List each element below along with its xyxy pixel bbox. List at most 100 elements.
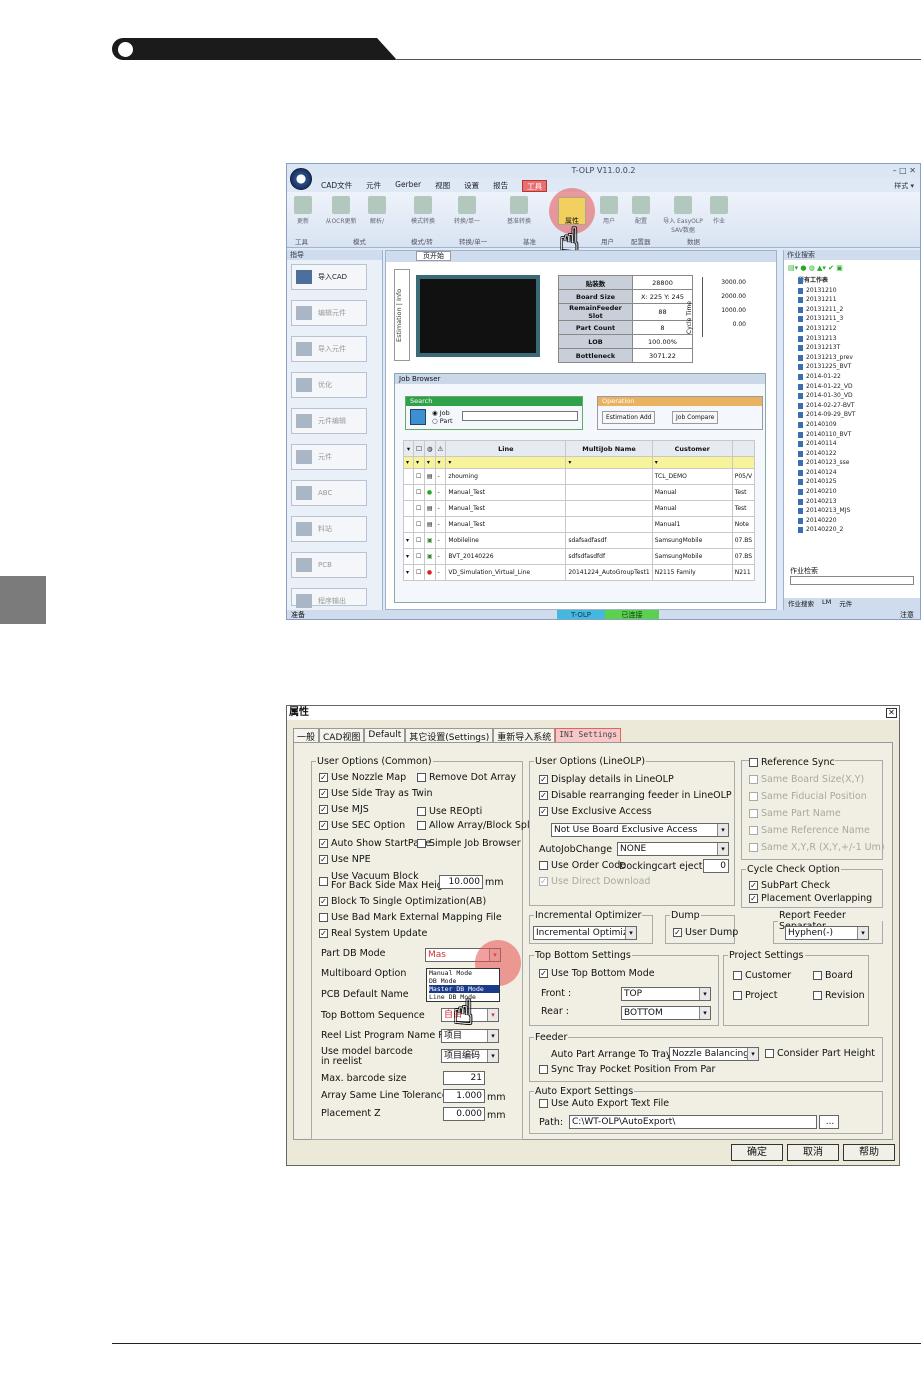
ribbon-easyolp-button[interactable]: 导入 EasyOLP SAV数据: [663, 196, 703, 234]
consider-height-check[interactable]: Consider Part Height: [765, 1048, 875, 1059]
cycle-check-item[interactable]: ✓ SubPart Check: [749, 880, 830, 891]
guide-edit-part-button[interactable]: 编辑元件: [291, 300, 367, 326]
checkbox[interactable]: [749, 809, 758, 818]
tree-item[interactable]: 20131212: [788, 324, 856, 334]
tree-item[interactable]: 2014-01-30_VD: [788, 391, 856, 401]
menu-settings[interactable]: 设置: [464, 180, 479, 192]
checkbox[interactable]: ✓: [319, 789, 328, 798]
rear-select[interactable]: BOTTOM ▾: [621, 1006, 711, 1020]
lineolp-option-check[interactable]: ✓ Display details in LineOLP: [539, 774, 674, 785]
checkbox[interactable]: [417, 839, 426, 848]
use-top-bottom-check[interactable]: ✓ Use Top Bottom Mode: [539, 968, 655, 979]
placement-z-input[interactable]: 0.000: [443, 1107, 485, 1121]
direct-download-check[interactable]: ✓ Use Direct Download: [539, 876, 650, 887]
tree-item[interactable]: 20131211: [788, 295, 856, 305]
checkbox[interactable]: ✓: [319, 929, 328, 938]
style-menu[interactable]: 样式 ▾: [894, 181, 914, 191]
option-manual-mode[interactable]: Manual Mode: [429, 969, 499, 977]
app-orb-button[interactable]: [290, 168, 312, 190]
tree-item[interactable]: 20131225_BVT: [788, 362, 856, 372]
checkbox[interactable]: ✓: [749, 894, 758, 903]
checkbox[interactable]: [749, 775, 758, 784]
estimation-tab[interactable]: Estimation | Info: [394, 269, 410, 361]
exclusive-access-select[interactable]: Not Use Board Exclusive Access ▾: [551, 823, 729, 837]
menu-report[interactable]: 报告: [493, 180, 508, 192]
checkbox[interactable]: ✓: [319, 855, 328, 864]
table-row[interactable]: ☐ ▤ - Manual_Test Manual1 Note: [403, 516, 756, 533]
estimation-add-button[interactable]: Estimation Add: [602, 411, 656, 424]
common-option-check[interactable]: ✓ Use Side Tray as Twin: [319, 788, 433, 799]
common-option-check[interactable]: ✓ Use Nozzle Map: [319, 772, 406, 783]
tree-item[interactable]: 2014-09-29_BVT: [788, 410, 856, 420]
common-option-check[interactable]: ✓ Real System Update: [319, 928, 427, 939]
ribbon-ocr-button[interactable]: 从OCR更新: [323, 196, 359, 225]
checkbox[interactable]: [417, 821, 426, 830]
guide-feeder-button[interactable]: 料站: [291, 516, 367, 542]
vacuum-height-input[interactable]: 10.000: [439, 875, 483, 889]
guide-abc-button[interactable]: ABC: [291, 480, 367, 506]
reference-sync-item[interactable]: Same Reference Name: [749, 825, 870, 836]
tree-item[interactable]: 20140210: [788, 487, 856, 497]
ribbon-config-button[interactable]: 配置: [627, 196, 655, 225]
common-option-check[interactable]: ✓ Use NPE: [319, 854, 371, 865]
checkbox[interactable]: ✓: [319, 805, 328, 814]
autojobchange-select[interactable]: NONE ▾: [617, 842, 729, 856]
reference-sync-item[interactable]: Same Part Name: [749, 808, 841, 819]
guide-import-part-button[interactable]: 导入元件: [291, 336, 367, 362]
table-row[interactable]: ☐ ▤ - zhouming TCL_DEMO P05/V: [403, 468, 756, 485]
search-icon[interactable]: [410, 409, 426, 425]
guide-optimize-button[interactable]: 优化: [291, 372, 367, 398]
cancel-button[interactable]: 取消: [787, 1144, 839, 1161]
auto-export-check[interactable]: Use Auto Export Text File: [539, 1098, 669, 1109]
col-customer[interactable]: Customer: [651, 440, 733, 457]
option-master-db-mode[interactable]: Master DB Mode: [429, 985, 499, 993]
browse-button[interactable]: ...: [819, 1115, 839, 1129]
tab-job-search[interactable]: 作业搜索: [788, 598, 814, 610]
tree-toolbar[interactable]: ▤▾ ● ◍ ▲▾ ✔ ▣: [788, 264, 843, 272]
common-option-check[interactable]: ✓ Use SEC Option: [319, 820, 405, 831]
tree-item[interactable]: 20140125: [788, 477, 856, 487]
tree-item[interactable]: 2014-02-27-BVT: [788, 401, 856, 411]
guide-part-button[interactable]: 元件: [291, 444, 367, 470]
max-barcode-input[interactable]: 21: [443, 1071, 485, 1085]
ok-button[interactable]: 确定: [731, 1144, 783, 1161]
table-row[interactable]: ☐ ● - Manual_Test Manual Test: [403, 484, 756, 501]
common-option-check[interactable]: Use Bad Mark External Mapping File: [319, 912, 502, 923]
tree-item[interactable]: 20131210: [788, 286, 856, 296]
guide-part-edit-button[interactable]: 元件编辑: [291, 408, 367, 434]
ribbon-convert-button[interactable]: 转换/单一: [449, 196, 485, 225]
common-option-check[interactable]: Use REOpti: [417, 806, 482, 817]
checkbox[interactable]: ✓: [319, 897, 328, 906]
tree-item[interactable]: 2014-01-22: [788, 372, 856, 382]
tree-item[interactable]: 20131211_3: [788, 314, 856, 324]
table-row[interactable]: ▾ ☐ ▣ - BVT_20140226 sdfsdfasdfdf SamsungMobil…: [403, 548, 756, 565]
checkbox[interactable]: ✓: [319, 821, 328, 830]
tab-start-page[interactable]: 页开始: [416, 251, 451, 261]
tab-lm[interactable]: LM: [822, 598, 831, 610]
vacuum-block-check[interactable]: Use Vacuum Block For Back Side Max Height: [319, 872, 453, 890]
ribbon-user-button[interactable]: 用户: [595, 196, 623, 225]
tree-item[interactable]: 20131213_prev: [788, 353, 856, 363]
checkbox[interactable]: [417, 807, 426, 816]
common-option-check[interactable]: ✓ Auto Show StartPage: [319, 838, 431, 849]
table-row[interactable]: ▾ ☐ ● - VD_Simulation_Virtual_Line 20141224_A…: [403, 564, 756, 581]
tree-item[interactable]: 20131213: [788, 334, 856, 344]
use-order-code-check[interactable]: Use Order Code: [539, 860, 626, 871]
table-row[interactable]: ▾ ☐ ▣ - Mobileline sdafsadfasdf SamsungMobile 0…: [403, 532, 756, 549]
radio-job[interactable]: ◉ Job: [432, 409, 453, 417]
cycle-check-item[interactable]: ✓ Placement Overlapping: [749, 893, 872, 904]
option-db-mode[interactable]: DB Mode: [429, 977, 499, 985]
close-icon[interactable]: ✕: [886, 708, 897, 718]
menu-tools[interactable]: 工具: [522, 180, 548, 192]
lineolp-option-check[interactable]: ✓ Disable rearranging feeder in LineOLP: [539, 790, 732, 801]
job-search-input[interactable]: [790, 576, 914, 585]
tree-item[interactable]: 20140213: [788, 497, 856, 507]
ribbon-job-button[interactable]: 作业: [705, 196, 733, 225]
col-line[interactable]: Line: [445, 440, 567, 457]
incremental-optimizer-select[interactable]: Incremental Optimize ▾: [533, 926, 637, 940]
checkbox[interactable]: ✓: [319, 839, 328, 848]
checkbox[interactable]: [749, 792, 758, 801]
customer-check[interactable]: Customer: [733, 970, 791, 981]
auto-part-arrange-select[interactable]: Nozzle Balancing ▾: [669, 1047, 759, 1061]
tree-item[interactable]: 20131211_2: [788, 305, 856, 315]
